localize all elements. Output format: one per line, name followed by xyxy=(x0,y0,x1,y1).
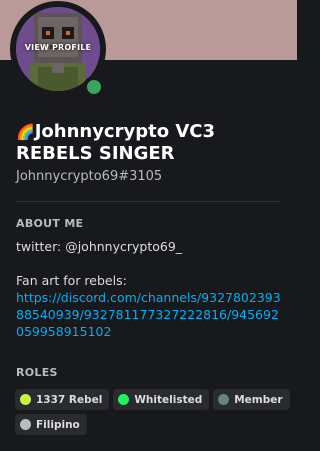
divider xyxy=(16,201,281,202)
user-tag: Johnnycrypto69#3105 xyxy=(16,169,163,184)
status-indicator xyxy=(83,76,105,98)
online-status-icon xyxy=(87,80,101,94)
role-whitelisted[interactable]: Whitelisted xyxy=(113,389,210,410)
display-name: 🌈Johnnycrypto VC3 REBELS SINGER xyxy=(16,121,284,165)
about-line-fanart: Fan art for rebels: xyxy=(16,273,127,288)
about-line-twitter: twitter: @johnnycrypto69_ xyxy=(16,239,183,254)
about-me-text: twitter: @johnnycrypto69_ Fan art for re… xyxy=(16,238,286,340)
rainbow-emoji-icon: 🌈 xyxy=(16,123,35,141)
user-profile-popout: VIEW PROFILE 🌈Johnnycrypto VC3 REBELS SIN… xyxy=(0,0,297,451)
role-label: Filipino xyxy=(36,418,80,431)
role-label: Whitelisted xyxy=(134,393,203,406)
about-me-heading: ABOUT ME xyxy=(16,217,84,230)
roles-list: 1337 Rebel Whitelisted Member Filipino xyxy=(15,389,290,435)
avatar-container: VIEW PROFILE xyxy=(10,1,106,98)
role-color-dot-icon xyxy=(218,394,230,405)
role-filipino[interactable]: Filipino xyxy=(15,414,87,435)
discord-channel-link[interactable]: https://discord.com/channels/93278023938… xyxy=(16,290,281,339)
role-color-dot-icon xyxy=(20,419,31,430)
role-label: 1337 Rebel xyxy=(36,393,103,406)
roles-heading: ROLES xyxy=(16,366,58,379)
view-profile-label: VIEW PROFILE xyxy=(24,43,92,52)
role-1337-rebel[interactable]: 1337 Rebel xyxy=(15,389,110,410)
display-name-line2: REBELS SINGER xyxy=(16,143,175,164)
display-name-line1: Johnnycrypto VC3 xyxy=(34,121,215,142)
role-member[interactable]: Member xyxy=(213,389,290,410)
role-color-dot-icon xyxy=(20,394,31,405)
role-label: Member xyxy=(234,393,283,406)
role-color-dot-icon xyxy=(118,394,130,405)
profile-names: 🌈Johnnycrypto VC3 REBELS SINGER Johnnycry… xyxy=(16,121,284,185)
